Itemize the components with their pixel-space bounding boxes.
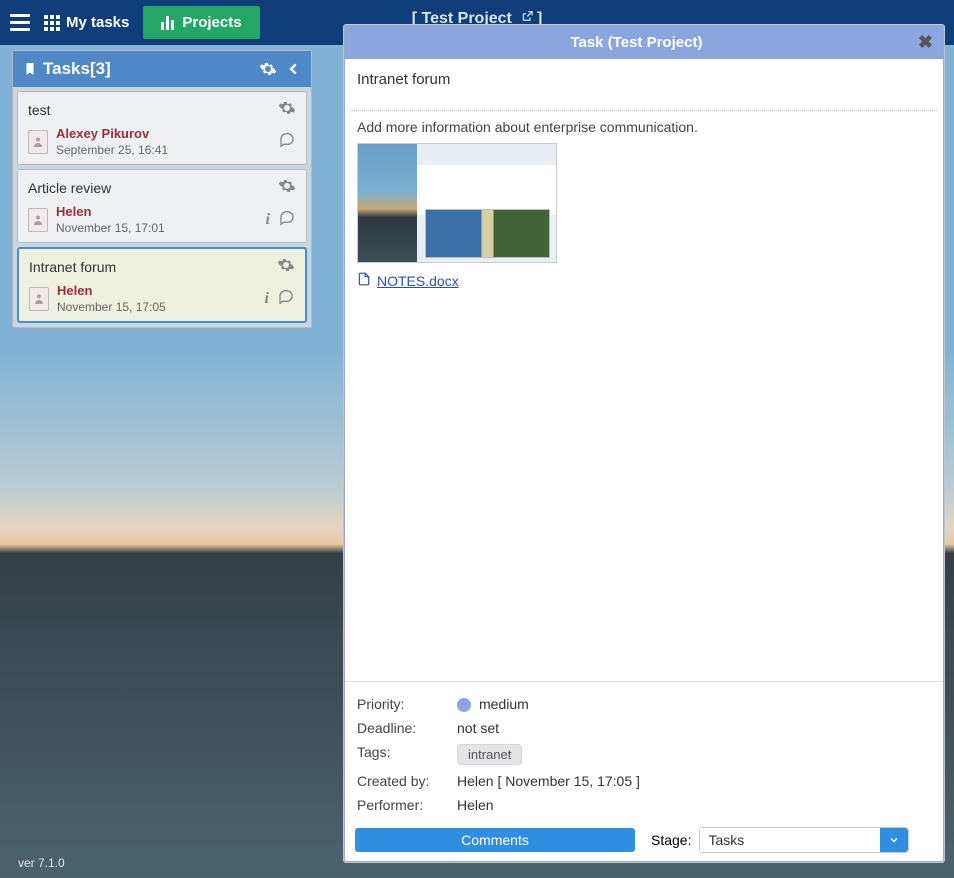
meta-performer-value: Helen	[457, 797, 494, 813]
meta-created-label: Created by:	[357, 773, 457, 789]
task-user: Helen	[56, 204, 165, 219]
gear-icon[interactable]	[278, 99, 296, 120]
detail-footer: Comments Stage: Tasks	[345, 821, 943, 861]
meta-deadline-label: Deadline:	[357, 720, 457, 736]
task-title: Article review	[28, 180, 111, 196]
info-icon[interactable]: i	[265, 290, 269, 308]
gear-icon[interactable]	[277, 256, 295, 277]
task-time: September 25, 16:41	[56, 143, 168, 157]
stage-label: Stage:	[651, 832, 691, 848]
task-description: Add more information about enterprise co…	[345, 111, 943, 139]
avatar	[28, 130, 48, 154]
external-link-icon	[520, 11, 537, 26]
attachment-link[interactable]: NOTES.docx	[357, 271, 931, 290]
nav-projects-label: Projects	[182, 14, 241, 31]
sidebar-title: Tasks[3]	[43, 59, 111, 79]
nav-projects[interactable]: Projects	[143, 6, 259, 39]
sidebar-header: Tasks[3]	[13, 51, 311, 87]
comment-icon[interactable]	[278, 209, 296, 230]
version: ver 7.1.0	[18, 856, 65, 870]
stage-value: Tasks	[700, 832, 880, 848]
sidebar: Tasks[3] test Alexey Pikurov September 25,…	[12, 50, 312, 328]
grid-icon	[44, 15, 60, 31]
task-title: test	[28, 102, 51, 118]
tag-chip[interactable]: intranet	[457, 744, 522, 765]
task-detail-panel: Task (Test Project) ✖ Intranet forum Add…	[344, 25, 944, 862]
comment-icon[interactable]	[278, 131, 296, 152]
attachment-name[interactable]: NOTES.docx	[377, 273, 459, 289]
meta-tags-label: Tags:	[357, 744, 457, 765]
projects-icon	[161, 16, 174, 30]
detail-title: Task (Test Project)	[355, 34, 918, 51]
chevron-left-icon[interactable]	[287, 60, 301, 78]
task-user: Alexey Pikurov	[56, 126, 168, 141]
menu-icon[interactable]	[10, 14, 30, 31]
task-card[interactable]: test Alexey Pikurov September 25, 16:41	[17, 91, 307, 165]
avatar	[28, 208, 48, 232]
task-meta: Priority: medium Deadline: not set Tags:…	[345, 681, 943, 821]
task-card[interactable]: Intranet forum Helen November 15, 17:05 i	[17, 247, 307, 323]
meta-priority-label: Priority:	[357, 696, 457, 712]
priority-dot-icon	[457, 698, 471, 712]
task-title: Intranet forum	[345, 59, 943, 110]
task-time: November 15, 17:01	[56, 221, 165, 235]
nav-my-tasks[interactable]: My tasks	[44, 14, 129, 31]
meta-deadline-value: not set	[457, 720, 499, 736]
stage-select[interactable]: Tasks	[699, 827, 909, 853]
comments-button[interactable]: Comments	[355, 828, 635, 852]
meta-priority-value: medium	[479, 696, 529, 712]
meta-performer-label: Performer:	[357, 797, 457, 813]
gear-icon[interactable]	[278, 177, 296, 198]
task-user: Helen	[57, 283, 166, 298]
info-icon[interactable]: i	[266, 211, 270, 229]
meta-created-value: Helen [ November 15, 17:05 ]	[457, 773, 640, 789]
close-icon[interactable]: ✖	[918, 32, 933, 53]
bookmark-icon	[23, 60, 37, 78]
chevron-down-icon[interactable]	[880, 828, 908, 852]
task-title: Intranet forum	[29, 259, 116, 275]
attachment-thumbnail[interactable]	[357, 143, 557, 263]
comment-icon[interactable]	[277, 288, 295, 309]
file-icon	[357, 271, 371, 290]
task-time: November 15, 17:05	[57, 300, 166, 314]
detail-header: Task (Test Project) ✖	[345, 26, 943, 59]
nav-my-tasks-label: My tasks	[66, 14, 129, 31]
avatar	[29, 287, 49, 311]
task-card[interactable]: Article review Helen November 15, 17:01 i	[17, 169, 307, 243]
gear-icon[interactable]	[259, 60, 277, 78]
task-list: test Alexey Pikurov September 25, 16:41 Art…	[13, 91, 311, 323]
